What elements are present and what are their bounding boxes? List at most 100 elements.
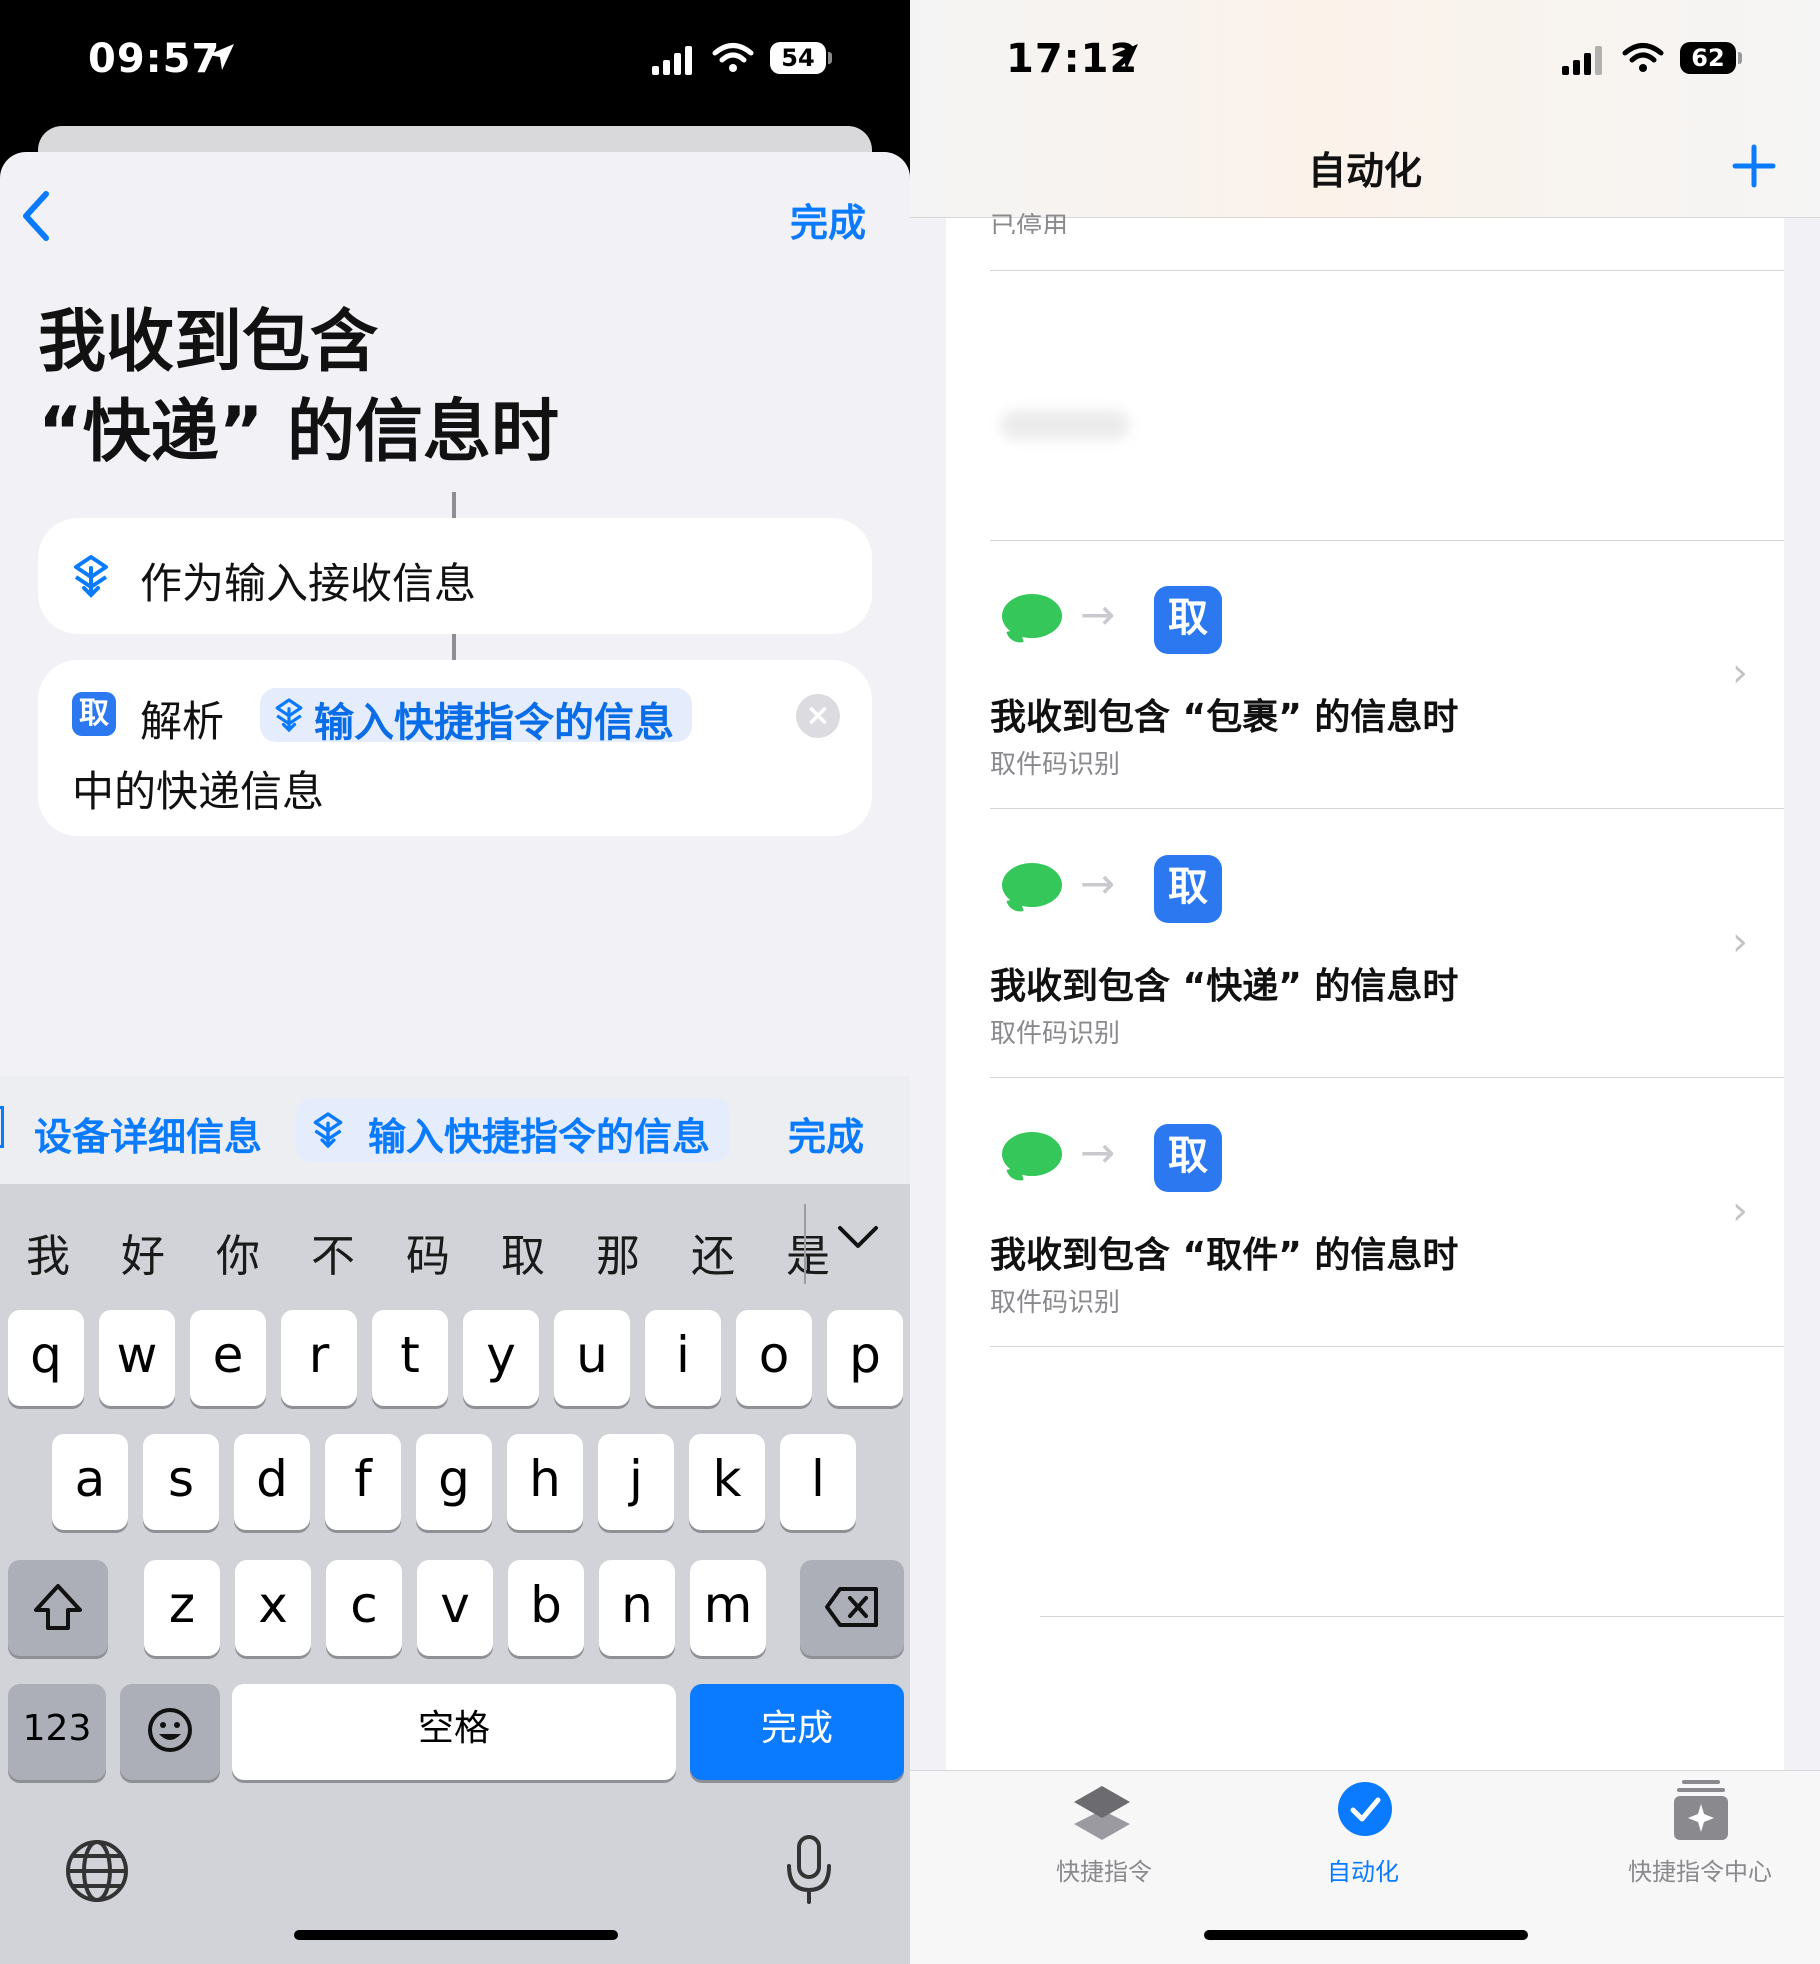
key-d[interactable]: d	[234, 1434, 310, 1530]
variable-label: 输入快捷指令的信息	[314, 700, 674, 746]
automation-row[interactable]: → 取我收到包含 “包裹” 的信息时 取件码识别 ›	[946, 540, 1784, 809]
candidate-divider	[804, 1204, 806, 1284]
automation-subtitle: 取件码识别	[990, 1019, 1121, 1049]
battery-icon: 62	[1680, 42, 1736, 74]
key-k[interactable]: k	[689, 1434, 765, 1530]
numbers-key[interactable]: 123	[8, 1684, 106, 1780]
clear-variable-button[interactable]: ×	[796, 694, 840, 738]
key-e[interactable]: e	[190, 1310, 266, 1406]
key-a[interactable]: a	[52, 1434, 128, 1530]
suggestion-device-details[interactable]: 设备详细信息	[34, 1106, 262, 1161]
space-key[interactable]: 空格	[232, 1684, 676, 1780]
pickup-app-icon: 取	[1154, 855, 1222, 923]
row-divider	[1040, 1616, 1784, 1617]
key-u[interactable]: u	[554, 1310, 630, 1406]
shift-arrow-icon	[34, 1584, 82, 1630]
microphone-icon[interactable]	[784, 1834, 834, 1906]
key-b[interactable]: b	[508, 1560, 584, 1656]
battery-level: 54	[781, 44, 815, 72]
key-t[interactable]: t	[372, 1310, 448, 1406]
row-divider	[990, 1346, 1784, 1347]
expand-candidates-chevron-icon[interactable]	[836, 1222, 880, 1252]
key-j[interactable]: j	[598, 1434, 674, 1530]
pickup-app-icon: 取	[1154, 1124, 1222, 1192]
tab-automation[interactable]: 自动化	[1238, 1776, 1488, 1896]
left-screenshot: 09:57 54 完成 我收到包含 “快递” 的信息时 作为输入接收信息 取 解…	[0, 0, 910, 1964]
candidate-7[interactable]: 还	[691, 1220, 735, 1284]
backspace-icon	[825, 1587, 878, 1627]
key-y[interactable]: y	[463, 1310, 539, 1406]
pickup-app-icon: 取	[72, 692, 116, 736]
add-automation-plus-icon[interactable]	[1732, 144, 1776, 188]
key-z[interactable]: z	[144, 1560, 220, 1656]
key-c[interactable]: c	[326, 1560, 402, 1656]
tab-gallery[interactable]: 快捷指令中心	[1590, 1776, 1810, 1896]
arrow-right-icon: →	[1080, 1128, 1116, 1177]
flow-connector	[452, 492, 456, 518]
candidate-6[interactable]: 那	[596, 1220, 640, 1284]
candidate-4[interactable]: 码	[406, 1220, 450, 1284]
key-x[interactable]: x	[235, 1560, 311, 1656]
suggestion-shortcut-input[interactable]: 输入快捷指令的信息	[296, 1098, 730, 1162]
automation-title: 我收到包含 “取件” 的信息时	[990, 1235, 1459, 1276]
receive-input-action-card[interactable]: 作为输入接收信息	[38, 518, 872, 634]
automation-subtitle: 取件码识别	[990, 750, 1121, 780]
pickup-app-icon: 取	[1154, 586, 1222, 654]
key-w[interactable]: w	[99, 1310, 175, 1406]
location-arrow-icon	[208, 44, 234, 70]
messages-bubble-icon	[1002, 1132, 1062, 1176]
variable-suggestion-bar: 设备详细信息 输入快捷指令的信息 完成	[0, 1076, 910, 1184]
key-h[interactable]: h	[507, 1434, 583, 1530]
location-arrow-icon	[1112, 44, 1138, 70]
key-f[interactable]: f	[325, 1434, 401, 1530]
candidate-3[interactable]: 不	[311, 1220, 355, 1284]
arrow-right-icon: →	[1080, 859, 1116, 908]
wifi-icon	[1622, 43, 1664, 72]
action-label: 作为输入接收信息	[140, 559, 477, 608]
automation-title: 我收到包含 “包裹” 的信息时	[990, 697, 1459, 738]
tab-label: 快捷指令中心	[1628, 1858, 1772, 1886]
key-v[interactable]: v	[417, 1560, 493, 1656]
key-g[interactable]: g	[416, 1434, 492, 1530]
page-title: 自动化	[1307, 149, 1422, 193]
home-indicator	[294, 1930, 618, 1940]
back-chevron-icon[interactable]	[18, 190, 54, 242]
automation-check-icon	[1338, 1782, 1392, 1836]
disabled-label: 已停用	[990, 212, 1069, 234]
candidate-2[interactable]: 你	[216, 1220, 260, 1284]
shortcuts-stack-icon	[1074, 1786, 1130, 1840]
battery-icon: 54	[770, 42, 826, 74]
right-screenshot: 17:12 62 自动化 已停用 → 取我收到包含 “包裹” 的信息时 取件码识别 ›…	[910, 0, 1820, 1964]
return-key[interactable]: 完成	[690, 1684, 904, 1780]
blurred-row	[1000, 410, 1130, 440]
delete-key[interactable]	[800, 1560, 904, 1656]
key-s[interactable]: s	[143, 1434, 219, 1530]
candidate-1[interactable]: 好	[121, 1220, 165, 1284]
key-n[interactable]: n	[599, 1560, 675, 1656]
key-q[interactable]: q	[8, 1310, 84, 1406]
app-icon-glyph: 取	[1168, 864, 1208, 910]
key-i[interactable]: i	[645, 1310, 721, 1406]
key-r[interactable]: r	[281, 1310, 357, 1406]
emoji-icon	[148, 1708, 192, 1752]
app-icon-glyph: 取	[1168, 595, 1208, 641]
key-m[interactable]: m	[690, 1560, 766, 1656]
arrow-right-icon: →	[1080, 590, 1116, 639]
candidate-5[interactable]: 取	[501, 1220, 545, 1284]
tab-shortcuts[interactable]: 快捷指令	[1004, 1776, 1204, 1896]
globe-icon[interactable]	[64, 1838, 130, 1904]
automation-row[interactable]: → 取我收到包含 “快递” 的信息时 取件码识别 ›	[946, 809, 1784, 1078]
key-p[interactable]: p	[827, 1310, 903, 1406]
key-l[interactable]: l	[780, 1434, 856, 1530]
suggestion-label: 输入快捷指令的信息	[368, 1115, 711, 1159]
suggestion-done-button[interactable]: 完成	[788, 1106, 864, 1161]
key-o[interactable]: o	[736, 1310, 812, 1406]
emoji-key[interactable]	[120, 1684, 220, 1780]
shift-key[interactable]	[8, 1560, 108, 1656]
candidate-0[interactable]: 我	[26, 1220, 70, 1284]
input-variable-chip[interactable]: 输入快捷指令的信息	[260, 688, 692, 746]
automation-row[interactable]: → 取我收到包含 “取件” 的信息时 取件码识别 ›	[946, 1078, 1784, 1347]
parse-action-card[interactable]: 取 解析 输入快捷指令的信息 × 中的快递信息	[38, 660, 872, 836]
candidate-8[interactable]: 是	[786, 1220, 830, 1284]
done-button[interactable]: 完成	[790, 192, 866, 247]
